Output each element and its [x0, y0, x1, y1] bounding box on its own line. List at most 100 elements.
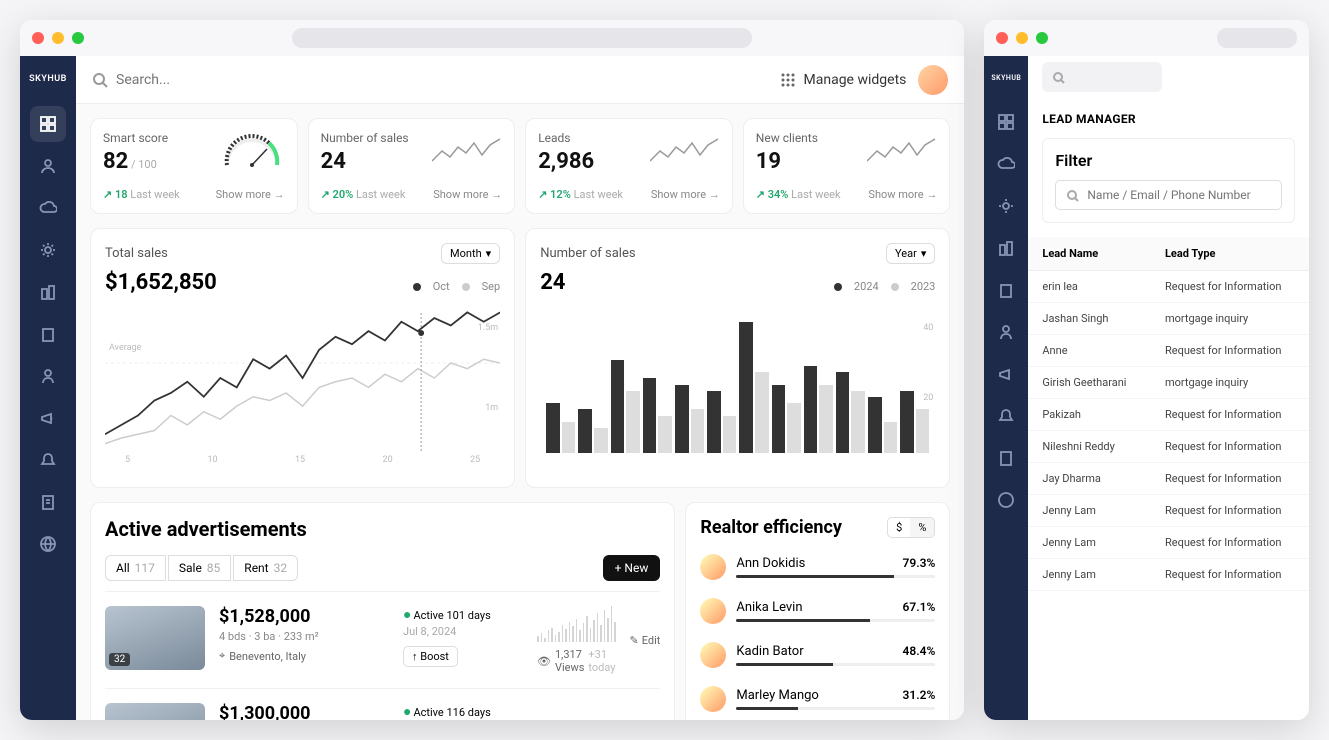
- nav-company[interactable]: [988, 272, 1024, 308]
- ad-thumbnail[interactable]: [105, 703, 205, 720]
- lead-row[interactable]: AnneRequest for Information: [1028, 335, 1309, 367]
- col-lead-type[interactable]: Lead Type: [1151, 237, 1309, 271]
- lead-row[interactable]: erin leaRequest for Information: [1028, 271, 1309, 303]
- lead-row[interactable]: Jenny LamRequest for Information: [1028, 527, 1309, 559]
- new-ad-button[interactable]: + New: [603, 555, 661, 581]
- lead-type: Request for Information: [1151, 335, 1309, 367]
- nav-globe[interactable]: [30, 526, 66, 562]
- nav-buildings[interactable]: [988, 230, 1024, 266]
- kpi-period: Last week: [130, 188, 179, 201]
- url-bar[interactable]: [292, 28, 752, 48]
- grid-dots-icon: [780, 72, 796, 88]
- filter-input-wrapper[interactable]: [1055, 180, 1282, 210]
- megaphone-icon: [997, 365, 1015, 383]
- ads-tab[interactable]: All 117: [105, 555, 166, 581]
- maximize-dot[interactable]: [72, 32, 84, 44]
- boost-button[interactable]: ↑ Boost: [403, 646, 458, 667]
- efficiency-toggle[interactable]: $%: [887, 517, 935, 538]
- nav-cloud[interactable]: [30, 190, 66, 226]
- nav-person[interactable]: [988, 314, 1024, 350]
- nav-reports[interactable]: [988, 440, 1024, 476]
- document-icon: [997, 449, 1015, 467]
- realtor-pct: 48.4%: [903, 644, 936, 659]
- ads-title: Active advertisements: [105, 517, 307, 541]
- nav-notifications[interactable]: [30, 442, 66, 478]
- lead-row[interactable]: Nileshni ReddyRequest for Information: [1028, 431, 1309, 463]
- period-select-year[interactable]: Year▾: [886, 243, 935, 264]
- gauge-icon: [219, 129, 285, 173]
- nav-reports[interactable]: [30, 484, 66, 520]
- realtor-avatar: [700, 642, 726, 668]
- nav-dashboard[interactable]: [30, 106, 66, 142]
- lead-name: Girish Geetharani: [1028, 367, 1151, 399]
- lead-type: mortgage inquiry: [1151, 303, 1309, 335]
- lead-row[interactable]: PakizahRequest for Information: [1028, 399, 1309, 431]
- kpi-card: Number of sales24↗ 20% Last weekShow mor…: [308, 118, 516, 214]
- person-icon: [39, 367, 57, 385]
- show-more-link[interactable]: Show more →: [216, 188, 285, 201]
- titlebar-2: [984, 20, 1309, 56]
- close-dot[interactable]: [32, 32, 44, 44]
- ad-item[interactable]: $1,300,000●Active 116 days✎ Edit: [105, 688, 660, 720]
- realtor-row[interactable]: Marley Mango31.2%: [700, 686, 935, 712]
- kpi-period: Last week: [574, 188, 623, 201]
- ads-tabs: All 117Sale 85Rent 32: [105, 555, 298, 581]
- nav-settings[interactable]: [30, 232, 66, 268]
- nav-buildings[interactable]: [30, 274, 66, 310]
- lead-type: Request for Information: [1151, 271, 1309, 303]
- gear-icon: [997, 197, 1015, 215]
- period-select-month[interactable]: Month▾: [441, 243, 500, 264]
- ad-status: ●Active 101 days: [403, 606, 523, 623]
- lead-row[interactable]: Jenny LamRequest for Information: [1028, 495, 1309, 527]
- nav-settings[interactable]: [988, 188, 1024, 224]
- lead-row[interactable]: Girish Geetharanimortgage inquiry: [1028, 367, 1309, 399]
- nav-dashboard[interactable]: [988, 104, 1024, 140]
- edit-button[interactable]: ✎ Edit: [630, 703, 661, 720]
- url-bar[interactable]: [1217, 28, 1297, 48]
- minimize-dot[interactable]: [1016, 32, 1028, 44]
- lead-name: Anne: [1028, 335, 1151, 367]
- user-avatar[interactable]: [918, 65, 948, 95]
- realtor-row[interactable]: Kadin Bator48.4%: [700, 642, 935, 668]
- lead-manager-window: SKYHUB LEAD MANAGER Filter: [984, 20, 1309, 720]
- minimize-dot[interactable]: [52, 32, 64, 44]
- pencil-icon: ✎: [630, 634, 639, 647]
- filter-input[interactable]: [1087, 188, 1271, 202]
- lead-row[interactable]: Jenny LamRequest for Information: [1028, 559, 1309, 591]
- eye-icon: 👁: [537, 655, 551, 668]
- nav-cloud[interactable]: [988, 146, 1024, 182]
- realtor-row[interactable]: Anika Levin67.1%: [700, 598, 935, 624]
- search-input[interactable]: [116, 72, 768, 88]
- close-dot[interactable]: [996, 32, 1008, 44]
- nav-marketing[interactable]: [988, 356, 1024, 392]
- search-box[interactable]: [92, 72, 768, 88]
- show-more-link[interactable]: Show more →: [651, 188, 720, 201]
- show-more-link[interactable]: Show more →: [433, 188, 502, 201]
- nav-users[interactable]: [30, 148, 66, 184]
- col-lead-name[interactable]: Lead Name: [1028, 237, 1151, 271]
- nav-person[interactable]: [30, 358, 66, 394]
- maximize-dot[interactable]: [1036, 32, 1048, 44]
- ads-tab[interactable]: Rent 32: [233, 555, 298, 581]
- sidebar-2: SKYHUB: [984, 56, 1028, 720]
- lead-row[interactable]: Jay DharmaRequest for Information: [1028, 463, 1309, 495]
- nav-notifications[interactable]: [988, 398, 1024, 434]
- edit-button[interactable]: ✎ Edit: [630, 606, 661, 674]
- ad-thumbnail[interactable]: 32: [105, 606, 205, 670]
- nav-company[interactable]: [30, 316, 66, 352]
- ad-views: 👁 1,317 Views +31 today: [537, 648, 616, 674]
- dashboard-window: SKYHUB Manage widgets: [20, 20, 964, 720]
- bell-icon: [997, 407, 1015, 425]
- show-more-link[interactable]: Show more →: [868, 188, 937, 201]
- lead-row[interactable]: Jashan Singhmortgage inquiry: [1028, 303, 1309, 335]
- search-box-2[interactable]: [1042, 62, 1162, 92]
- filter-panel: Filter: [1042, 138, 1295, 223]
- realtor-pct: 31.2%: [903, 688, 936, 703]
- nav-globe[interactable]: [988, 482, 1024, 518]
- ads-tab[interactable]: Sale 85: [168, 555, 231, 581]
- grid-icon: [39, 115, 57, 133]
- ad-item[interactable]: 32$1,528,0004 bds · 3 ba · 233 m²⌖Beneve…: [105, 591, 660, 688]
- realtor-row[interactable]: Ann Dokidis79.3%: [700, 554, 935, 580]
- manage-widgets-button[interactable]: Manage widgets: [780, 72, 907, 88]
- nav-marketing[interactable]: [30, 400, 66, 436]
